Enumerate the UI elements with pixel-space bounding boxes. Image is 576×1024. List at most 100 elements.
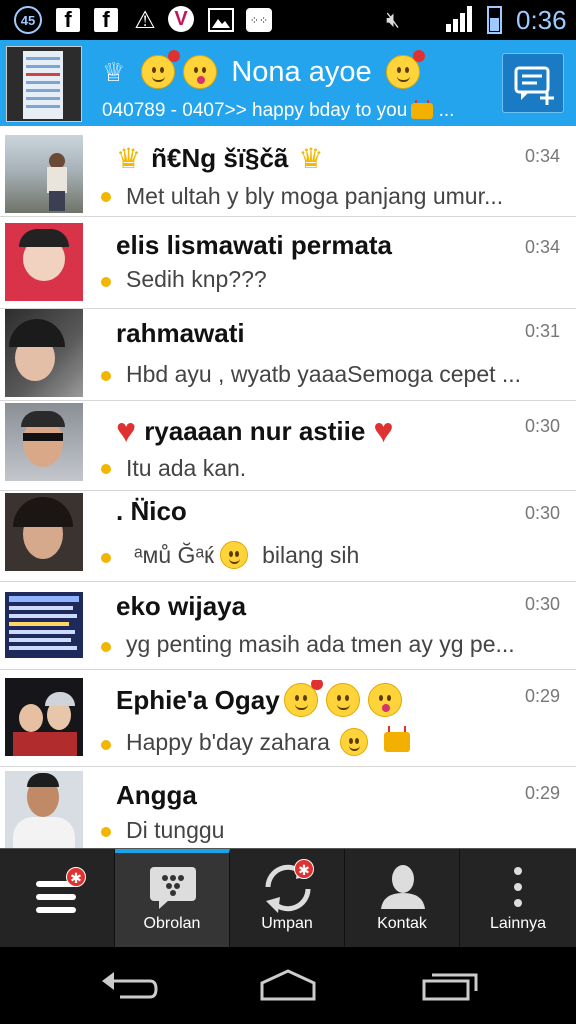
recent-apps-button[interactable] xyxy=(420,965,480,1005)
tab-label: Obrolan xyxy=(143,915,201,932)
love-emoji-icon xyxy=(385,50,425,89)
avatar xyxy=(5,403,83,481)
chat-message: Met ultah y bly moga panjang umur... xyxy=(126,183,504,209)
profile-status-ellipsis: ... xyxy=(438,100,455,121)
unread-dot xyxy=(101,827,111,837)
chat-row[interactable]: Angga 0:29 Di tunggu xyxy=(0,767,576,848)
tab-kontak[interactable]: Kontak xyxy=(345,849,460,947)
system-nav-bar xyxy=(0,947,576,1024)
cake-icon xyxy=(383,726,410,752)
chat-time: 0:29 xyxy=(524,783,560,803)
more-icon xyxy=(514,867,522,907)
chat-message-text: Happy b'day zahara xyxy=(126,728,330,755)
home-button[interactable] xyxy=(258,965,318,1005)
thinking-emoji-icon xyxy=(220,541,249,569)
notification-badge: ✱ xyxy=(66,867,86,887)
chat-message: Hbd ayu , wyatb yaaaSemoga cepet ... xyxy=(126,361,522,387)
recent-apps-icon xyxy=(422,973,478,1001)
chat-name: Angga xyxy=(116,779,197,810)
unread-dot xyxy=(101,642,111,652)
chat-row[interactable]: rahmawati 0:31 Hbd ayu , wyatb yaaaSemog… xyxy=(0,309,576,401)
unread-dot xyxy=(101,740,111,750)
avatar xyxy=(5,592,83,658)
chat-message: Sedih knp??? xyxy=(126,266,267,292)
profile-avatar[interactable] xyxy=(6,46,82,122)
warning-icon: ⚠ xyxy=(134,6,156,34)
facebook-icon: f xyxy=(94,7,118,32)
chat-message-text: ᵃмů Ğᵃќ xyxy=(134,541,215,568)
chat-row[interactable]: ♥ ryaaaan nur astiie ♥ 0:30 Itu ada kan. xyxy=(0,401,576,491)
heart-icon: ♥ xyxy=(116,412,137,450)
chat-message-tail: bilang sih xyxy=(262,541,360,568)
chat-name: elis lismawati permata xyxy=(116,229,393,260)
chat-time: 0:34 xyxy=(524,146,560,166)
chat-name: . N̈̈̈ico xyxy=(116,495,187,526)
avatar xyxy=(5,678,83,756)
avatar xyxy=(5,771,83,848)
chat-name: ñ€Ng šï§čã xyxy=(151,142,289,173)
status-bar: 45 f f ⚠ V ⁘⁘ 🔇︎ 0:36 xyxy=(0,0,576,40)
avatar xyxy=(5,493,83,571)
chat-time: 0:30 xyxy=(524,594,560,614)
chat-name-row: Ephie'a Ogay xyxy=(116,680,506,720)
unread-dot xyxy=(101,553,111,563)
chat-row[interactable]: eko wijaya 0:30 yg penting masih ada tme… xyxy=(0,582,576,670)
chat-icon xyxy=(150,867,196,909)
chat-message: ᵃмů Ğᵃќ bilang sih xyxy=(126,541,556,569)
party-emoji-icon xyxy=(339,728,368,756)
chat-time: 0:29 xyxy=(524,686,560,706)
profile-name-row: ♕ Nona ayoe xyxy=(102,50,492,92)
chat-row[interactable]: . N̈̈̈ico 0:30 ᵃмů Ğᵃќ bilang sih xyxy=(0,491,576,582)
tab-label: Umpan xyxy=(261,915,313,932)
kiss-emoji-icon xyxy=(183,55,218,89)
chat-row[interactable]: ♛ ñ€Ng šï§čã ♛ 0:34 Met ultah y bly moga… xyxy=(0,126,576,217)
avatar xyxy=(5,223,83,301)
crown-icon: ♛ xyxy=(298,142,324,174)
chat-time: 0:31 xyxy=(524,321,560,341)
tab-label: Kontak xyxy=(377,915,427,932)
menu-icon xyxy=(36,881,76,913)
chat-name: eko wijaya xyxy=(116,590,247,621)
chat-message: Happy b'day zahara xyxy=(126,726,556,756)
home-icon xyxy=(260,969,316,1001)
profile-status: 040789 - 0407>> happy bday to you ... xyxy=(102,100,492,122)
chat-name-row: ♥ ryaaaan nur astiie ♥ xyxy=(116,411,506,451)
refresh-icon xyxy=(265,863,311,913)
signal-icon xyxy=(444,6,474,32)
crown-icon: ♛ xyxy=(116,142,142,174)
unread-dot xyxy=(101,464,111,474)
chat-row[interactable]: Ephie'a Ogay 0:29 Happy b'day zahara xyxy=(0,670,576,767)
profile-header[interactable]: ♕ Nona ayoe 040789 - 0407>> happy bday t… xyxy=(0,40,576,126)
contact-icon xyxy=(381,865,425,909)
tab-menu[interactable]: ✱ xyxy=(0,849,115,947)
new-chat-button[interactable] xyxy=(502,53,564,113)
tab-lainnya[interactable]: Lainnya xyxy=(460,849,576,947)
chat-row[interactable]: elis lismawati permata 0:34 Sedih knp??? xyxy=(0,217,576,309)
v-app-icon: V xyxy=(168,6,194,32)
chat-message: yg penting masih ada tmen ay yg pe... xyxy=(126,631,515,657)
tab-umpan[interactable]: ✱ Umpan xyxy=(230,849,345,947)
chat-name: ryaaaan nur astiie xyxy=(144,415,366,446)
chat-message: Di tunggu xyxy=(126,817,225,843)
back-icon xyxy=(102,972,158,999)
chat-name: rahmawati xyxy=(116,317,245,348)
tab-obrolan[interactable]: Obrolan xyxy=(115,849,230,947)
chat-list[interactable]: ♛ ñ€Ng šï§čã ♛ 0:34 Met ultah y bly moga… xyxy=(0,126,576,848)
back-button[interactable] xyxy=(98,965,158,1005)
battery-icon xyxy=(487,6,502,34)
chat-message: Itu ada kan. xyxy=(126,455,247,481)
profile-name: Nona ayoe xyxy=(231,55,372,88)
bbm-icon: ⁘⁘ xyxy=(246,8,272,32)
chat-name: Ephie'a Ogay xyxy=(116,684,280,715)
chat-time: 0:34 xyxy=(524,237,560,257)
mute-icon: 🔇︎ xyxy=(386,7,400,32)
notification-badge: ✱ xyxy=(294,859,314,879)
facebook-icon: f xyxy=(56,7,80,32)
new-chat-icon xyxy=(514,66,554,105)
chat-time: 0:30 xyxy=(524,503,560,523)
love-emoji-icon xyxy=(283,680,323,717)
laughing-emoji-icon xyxy=(325,683,360,717)
clock: 0:36 xyxy=(516,5,567,35)
kiss-emoji-icon xyxy=(367,683,402,717)
chat-time: 0:30 xyxy=(524,416,560,436)
